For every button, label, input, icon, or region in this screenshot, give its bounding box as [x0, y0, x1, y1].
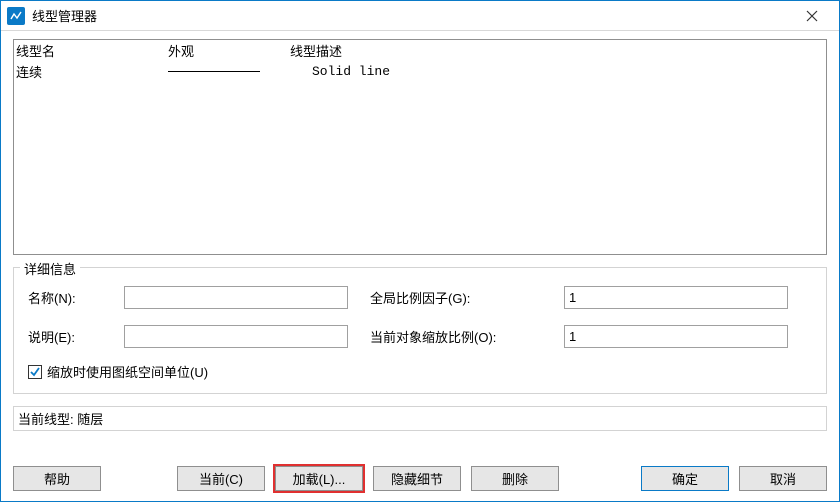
col-header-look[interactable]: 外观 [168, 41, 290, 60]
help-button[interactable]: 帮助 [13, 466, 101, 491]
current-scale-label: 当前对象缩放比例(O): [370, 327, 542, 346]
checkbox-icon [28, 365, 42, 379]
cancel-button[interactable]: 取消 [739, 466, 827, 491]
details-legend: 详细信息 [20, 259, 80, 278]
col-header-desc[interactable]: 线型描述 [290, 41, 826, 60]
linetype-list[interactable]: 线型名 外观 线型描述 连续 Solid line [13, 39, 827, 255]
name-label: 名称(N): [28, 288, 102, 307]
global-scale-label: 全局比例因子(G): [370, 288, 542, 307]
app-icon [7, 7, 25, 25]
row-look [168, 71, 290, 72]
row-name: 连续 [16, 62, 168, 81]
list-header: 线型名 外观 线型描述 [14, 40, 826, 60]
linetype-manager-window: 线型管理器 线型名 外观 线型描述 连续 Solid line 详细信息 名称(… [0, 0, 840, 502]
table-row[interactable]: 连续 Solid line [14, 60, 826, 82]
button-row: 帮助 当前(C) 加载(L)... 隐藏细节 删除 确定 取消 [1, 466, 839, 501]
hide-details-button[interactable]: 隐藏细节 [373, 466, 461, 491]
titlebar: 线型管理器 [1, 1, 839, 31]
current-linetype-status: 当前线型: 随层 [13, 406, 827, 431]
window-title: 线型管理器 [32, 6, 791, 25]
ok-button[interactable]: 确定 [641, 466, 729, 491]
close-button[interactable] [791, 2, 833, 30]
close-icon [806, 10, 818, 22]
paperspace-checkbox-row[interactable]: 缩放时使用图纸空间单位(U) [28, 362, 812, 381]
col-header-name[interactable]: 线型名 [16, 41, 168, 60]
global-scale-field[interactable] [564, 286, 788, 309]
current-button[interactable]: 当前(C) [177, 466, 265, 491]
row-desc: Solid line [290, 64, 826, 79]
name-field[interactable] [124, 286, 348, 309]
delete-button[interactable]: 删除 [471, 466, 559, 491]
content-area: 线型名 外观 线型描述 连续 Solid line 详细信息 名称(N): 全局… [1, 31, 839, 466]
load-button[interactable]: 加载(L)... [275, 466, 363, 491]
paperspace-checkbox-label: 缩放时使用图纸空间单位(U) [47, 362, 208, 381]
desc-field[interactable] [124, 325, 348, 348]
desc-label: 说明(E): [28, 327, 102, 346]
line-sample-icon [168, 71, 260, 72]
details-fieldset: 详细信息 名称(N): 全局比例因子(G): 说明(E): 当前对象缩放比例(O… [13, 267, 827, 394]
current-scale-field[interactable] [564, 325, 788, 348]
